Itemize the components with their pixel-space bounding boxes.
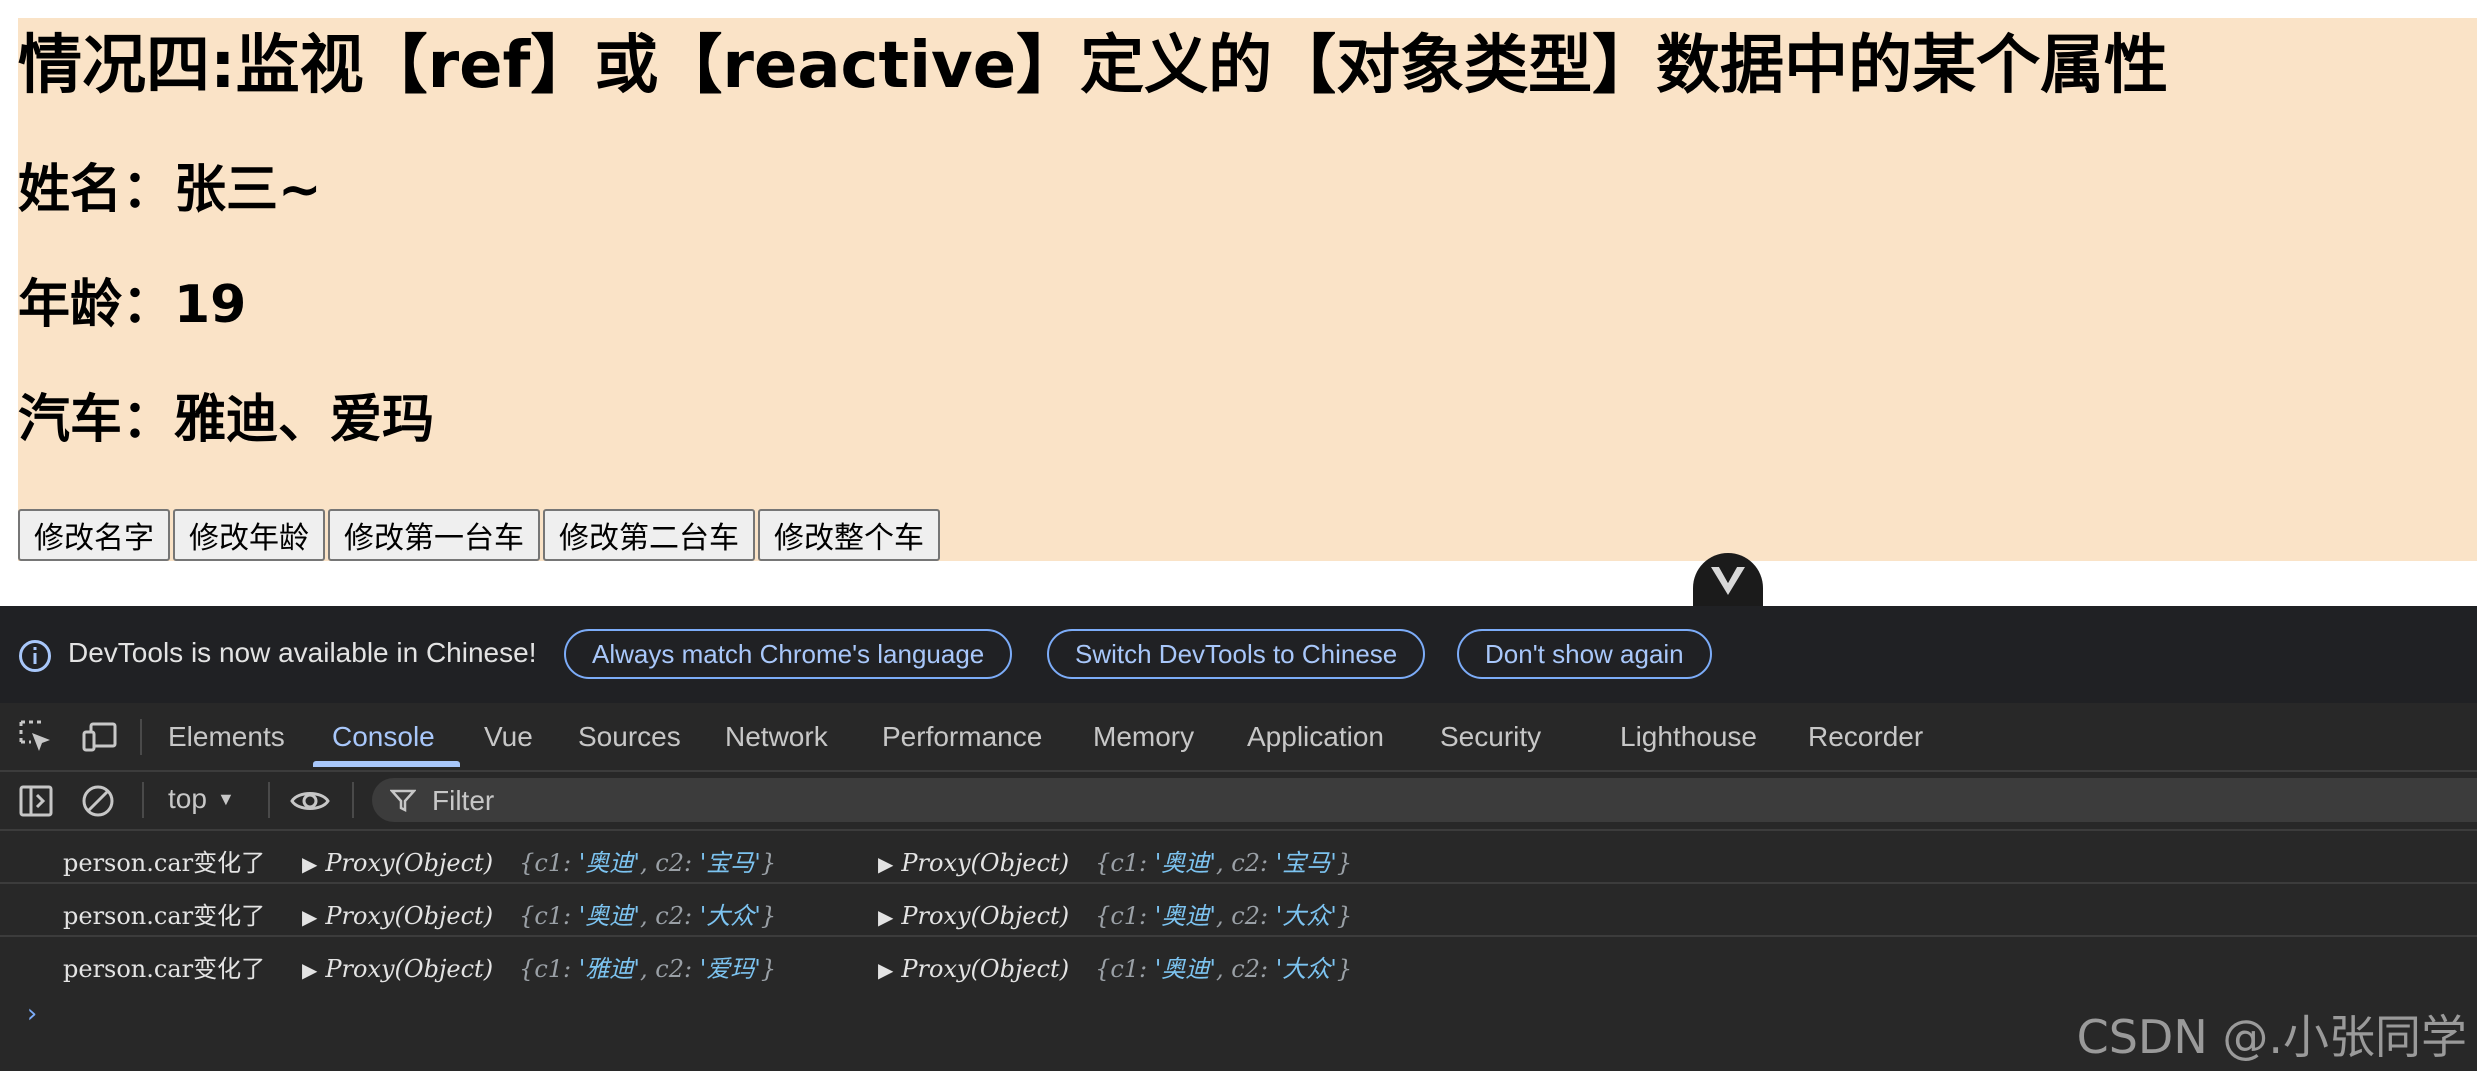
devtools-tabbar: Elements Console Vue Sources Network Per… — [0, 703, 2477, 772]
vue-devtools-toggle[interactable] — [1693, 553, 1763, 609]
filter-box — [372, 778, 2477, 822]
log-object-new[interactable]: ▶ Proxy(Object) {c1: '奥迪', c2: '大众'} — [302, 896, 776, 931]
context-selector[interactable]: top ▼ — [168, 783, 235, 815]
caret-down-icon: ▼ — [216, 788, 235, 809]
tab-separator — [140, 719, 142, 755]
change-whole-car-button[interactable]: 修改整个车 — [758, 509, 940, 561]
vue-app: 情况四:监视【ref】或【reactive】定义的【对象类型】数据中的某个属性 … — [18, 18, 2477, 561]
log-object-old[interactable]: ▶ Proxy(Object) {c1: '奥迪', c2: '大众'} — [878, 896, 1352, 931]
console-log-row: person.car变化了 ▶ Proxy(Object) {c1: '奥迪', c… — [0, 831, 2477, 884]
show-sidebar-icon[interactable] — [18, 783, 54, 819]
device-toolbar-icon[interactable] — [82, 719, 118, 755]
tab-network[interactable]: Network — [725, 721, 828, 753]
match-language-button[interactable]: Always match Chrome's language — [564, 629, 1013, 679]
live-expression-eye-icon[interactable] — [290, 783, 330, 819]
person-age: 年龄：19 — [18, 275, 247, 335]
page-title: 情况四:监视【ref】或【reactive】定义的【对象类型】数据中的某个属性 — [18, 29, 2169, 103]
tab-recorder[interactable]: Recorder — [1808, 721, 1923, 753]
dont-show-again-button[interactable]: Don't show again — [1457, 629, 1712, 679]
console-log-row: person.car变化了 ▶ Proxy(Object) {c1: '雅迪', c… — [0, 937, 2477, 988]
log-object-new[interactable]: ▶ Proxy(Object) {c1: '雅迪', c2: '爱玛'} — [302, 949, 776, 984]
change-second-car-button[interactable]: 修改第二台车 — [543, 509, 755, 561]
tab-lighthouse[interactable]: Lighthouse — [1620, 721, 1757, 753]
console-log-row: person.car变化了 ▶ Proxy(Object) {c1: '奥迪', c… — [0, 884, 2477, 937]
change-name-button[interactable]: 修改名字 — [18, 509, 170, 561]
console-toolbar: top ▼ — [0, 772, 2477, 831]
console-output: person.car变化了 ▶ Proxy(Object) {c1: '奥迪', c… — [0, 831, 2477, 1071]
switch-chinese-button[interactable]: Switch DevTools to Chinese — [1047, 629, 1426, 679]
expand-triangle-icon[interactable]: ▶ — [302, 958, 317, 982]
tab-performance[interactable]: Performance — [882, 721, 1042, 753]
expand-triangle-icon[interactable]: ▶ — [302, 852, 317, 876]
change-age-button[interactable]: 修改年龄 — [173, 509, 325, 561]
devtools-panel: DevTools is now available in Chinese! Al… — [0, 606, 2477, 1071]
tab-elements[interactable]: Elements — [168, 721, 285, 753]
log-object-old[interactable]: ▶ Proxy(Object) {c1: '奥迪', c2: '宝马'} — [878, 843, 1352, 878]
csdn-watermark: CSDN @.小张同学 — [2076, 1010, 2467, 1064]
filter-input[interactable] — [430, 782, 1034, 820]
expand-triangle-icon[interactable]: ▶ — [878, 958, 893, 982]
tab-sources[interactable]: Sources — [578, 721, 681, 753]
toolbar-separator — [352, 782, 354, 818]
context-value: top — [168, 783, 207, 814]
expand-triangle-icon[interactable]: ▶ — [878, 905, 893, 929]
person-name: 姓名：张三~ — [18, 160, 322, 220]
language-infobar: DevTools is now available in Chinese! Al… — [0, 606, 2477, 703]
change-first-car-button[interactable]: 修改第一台车 — [328, 509, 540, 561]
tab-application[interactable]: Application — [1247, 721, 1384, 753]
log-message: person.car变化了 — [63, 849, 266, 877]
tab-security[interactable]: Security — [1440, 721, 1541, 753]
log-object-new[interactable]: ▶ Proxy(Object) {c1: '奥迪', c2: '宝马'} — [302, 843, 776, 878]
log-message: person.car变化了 — [63, 955, 266, 983]
infobar-message: DevTools is now available in Chinese! — [68, 637, 537, 668]
tab-console[interactable]: Console — [332, 721, 435, 753]
button-group: 修改名字 修改年龄 修改第一台车 修改第二台车 修改整个车 — [18, 509, 940, 561]
toolbar-separator — [142, 782, 144, 818]
person-car: 汽车：雅迪、爱玛 — [18, 390, 435, 450]
log-object-old[interactable]: ▶ Proxy(Object) {c1: '奥迪', c2: '大众'} — [878, 949, 1352, 984]
inspect-element-icon[interactable] — [18, 719, 54, 755]
tab-memory[interactable]: Memory — [1093, 721, 1194, 753]
expand-triangle-icon[interactable]: ▶ — [878, 852, 893, 876]
console-prompt[interactable]: › — [24, 999, 40, 1029]
vue-logo-icon — [1711, 567, 1745, 595]
log-message: person.car变化了 — [63, 902, 266, 930]
clear-console-icon[interactable] — [80, 783, 116, 819]
filter-funnel-icon — [390, 789, 416, 813]
info-icon — [19, 640, 51, 672]
expand-triangle-icon[interactable]: ▶ — [302, 905, 317, 929]
tab-vue[interactable]: Vue — [484, 721, 533, 753]
active-tab-indicator — [313, 761, 460, 767]
toolbar-separator — [268, 782, 270, 818]
